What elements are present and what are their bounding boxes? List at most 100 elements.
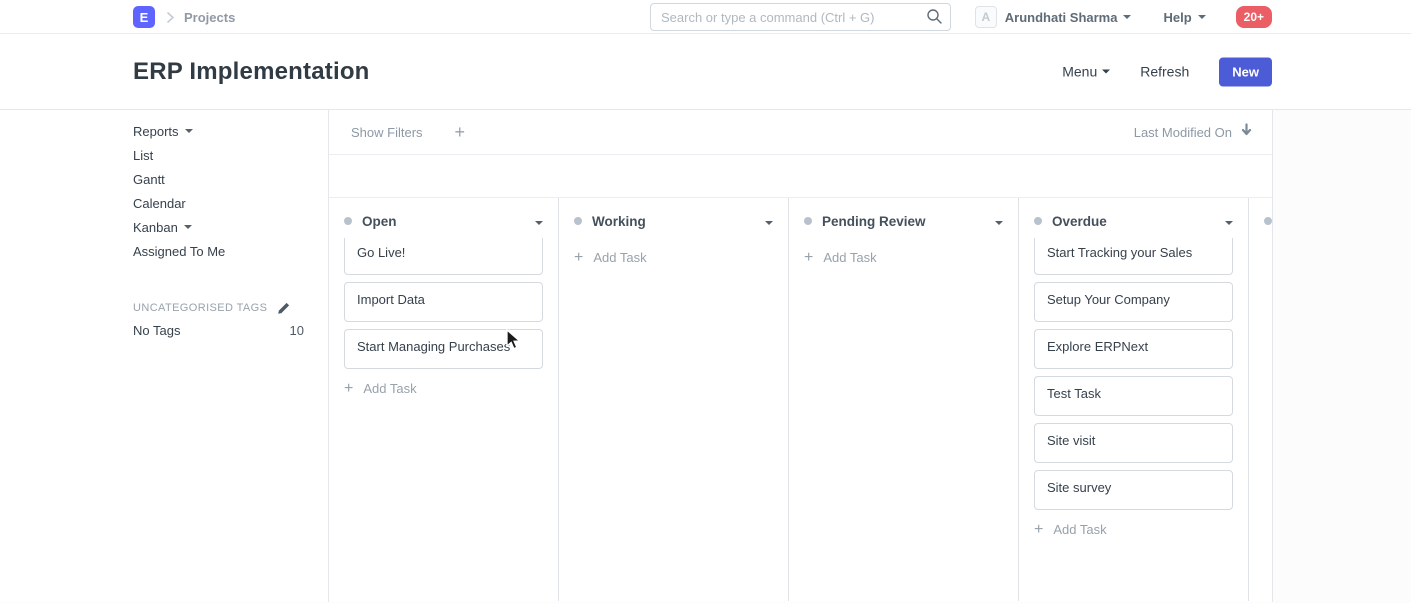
card-title: Start Managing Purchases (357, 339, 510, 354)
card-title: Explore ERPNext (1047, 339, 1148, 354)
kanban-column-open: Open Go Live! Import Data Start Managing Pu… (329, 198, 559, 601)
menu-button[interactable]: Menu (1062, 64, 1110, 80)
tag-row-no-tags[interactable]: No Tags 10 (133, 319, 304, 341)
layout: Reports List Gantt Calendar Kanban Assigned T… (0, 110, 1411, 602)
chevron-down-icon (535, 221, 543, 225)
kanban-page: Show Filters + Last Modified On Open Go L… (329, 110, 1273, 602)
sidebar-item-label: Assigned To Me (133, 244, 225, 259)
filter-edit-area (329, 155, 1272, 198)
add-task-button[interactable]: + Add Task (1034, 522, 1233, 537)
menu-label: Menu (1062, 64, 1097, 80)
plus-icon: + (804, 251, 813, 264)
column-header: Working (574, 212, 773, 230)
add-task-label: Add Task (823, 250, 876, 265)
refresh-button[interactable]: Refresh (1140, 64, 1189, 80)
add-task-button[interactable]: + Add Task (344, 381, 543, 396)
kanban-column-pending-review: Pending Review + Add Task (789, 198, 1019, 601)
app-logo[interactable]: E (133, 6, 155, 28)
page-actions: Menu Refresh New (1062, 57, 1272, 86)
chevron-down-icon (1123, 15, 1131, 19)
card-title: Site visit (1047, 433, 1095, 448)
kanban-card[interactable]: Explore ERPNext (1034, 329, 1233, 369)
chevron-down-icon (1225, 221, 1233, 225)
kanban-column-working: Working +Add Task (559, 198, 789, 601)
column-header: Open (344, 212, 543, 230)
sidebar-item-calendar[interactable]: Calendar (133, 191, 304, 215)
kanban-column-partial (1249, 198, 1272, 601)
card-title: Import Data (357, 292, 425, 307)
plus-icon: + (1034, 523, 1043, 536)
search-icon[interactable] (926, 8, 943, 30)
chevron-down-icon (185, 129, 193, 133)
column-menu-button[interactable] (765, 212, 773, 230)
sidebar-item-assigned-to-me[interactable]: Assigned To Me (133, 239, 304, 263)
tag-label: No Tags (133, 323, 180, 338)
kanban-card[interactable]: Import Data (344, 282, 543, 322)
kanban-card[interactable]: Site visit (1034, 423, 1233, 463)
card-title: Test Task (1047, 386, 1101, 401)
sidebar: Reports List Gantt Calendar Kanban Assigned T… (0, 110, 329, 602)
add-task-label: Add Task (363, 381, 416, 396)
kanban-card[interactable]: Site survey (1034, 470, 1233, 510)
avatar[interactable]: A (975, 6, 997, 28)
notifications-badge[interactable]: 20+ (1236, 6, 1272, 28)
global-search (650, 3, 951, 31)
column-title: Overdue (1052, 214, 1107, 229)
sidebar-item-list[interactable]: List (133, 143, 304, 167)
card-title: Go Live! (357, 245, 405, 260)
column-menu-button[interactable] (535, 212, 543, 230)
column-indicator-dot (804, 217, 812, 225)
add-task-label: Add Task (1053, 522, 1106, 537)
card-title: Setup Your Company (1047, 292, 1170, 307)
navbar-left: E Projects (133, 0, 235, 34)
column-indicator-dot (1264, 217, 1272, 225)
cards-container: Start Tracking your Sales Setup Your Comp… (1034, 238, 1233, 537)
kanban-card[interactable]: Start Managing Purchases (344, 329, 543, 369)
tags-section-title: UNCATEGORISED TAGS (133, 302, 267, 314)
add-filter-icon[interactable]: + (455, 125, 466, 139)
navbar-right: A Arundhati Sharma Help 20+ (975, 0, 1272, 34)
sidebar-item-reports[interactable]: Reports (133, 119, 304, 143)
help-label: Help (1163, 10, 1191, 25)
sort-direction-icon[interactable] (1241, 123, 1252, 141)
tags-section-header: UNCATEGORISED TAGS (133, 297, 304, 319)
user-menu[interactable]: Arundhati Sharma (1005, 10, 1132, 25)
show-filters-button[interactable]: Show Filters (351, 125, 423, 140)
sidebar-item-kanban[interactable]: Kanban (133, 215, 304, 239)
app-logo-letter: E (140, 10, 149, 25)
avatar-letter: A (981, 10, 990, 24)
kanban-card[interactable]: Go Live! (344, 238, 543, 275)
kanban-column-overdue: Overdue Start Tracking your Sales Setup Yo… (1019, 198, 1249, 601)
plus-icon: + (344, 382, 353, 395)
kanban-card[interactable]: Test Task (1034, 376, 1233, 416)
sidebar-item-label: Kanban (133, 220, 178, 235)
column-title: Working (592, 214, 646, 229)
sidebar-item-label: List (133, 148, 153, 163)
column-menu-button[interactable] (1225, 212, 1233, 230)
chevron-down-icon (1198, 15, 1206, 19)
column-indicator-dot (344, 217, 352, 225)
help-menu[interactable]: Help (1163, 10, 1205, 25)
sidebar-item-gantt[interactable]: Gantt (133, 167, 304, 191)
sidebar-item-label: Gantt (133, 172, 165, 187)
cards-container: +Add Task (574, 238, 773, 265)
tag-count: 10 (290, 323, 304, 338)
add-task-button[interactable]: + Add Task (804, 250, 1003, 265)
kanban-card[interactable]: Setup Your Company (1034, 282, 1233, 322)
kanban-card[interactable]: Start Tracking your Sales (1034, 238, 1233, 275)
breadcrumb[interactable]: Projects (184, 10, 235, 25)
sort-selector[interactable]: Last Modified On (1134, 125, 1232, 140)
add-task-button[interactable]: +Add Task (574, 250, 773, 265)
tag-rows: No Tags 10 (133, 319, 304, 341)
column-indicator-dot (574, 217, 582, 225)
new-button[interactable]: New (1219, 57, 1272, 86)
user-name: Arundhati Sharma (1005, 10, 1118, 25)
kanban-board: Open Go Live! Import Data Start Managing Pu… (329, 198, 1272, 601)
edit-tags-pencil-icon[interactable] (277, 302, 290, 315)
column-menu-button[interactable] (995, 212, 1003, 230)
breadcrumb-chevron-icon (167, 12, 174, 23)
chevron-down-icon (765, 221, 773, 225)
search-input[interactable] (650, 3, 951, 31)
chevron-down-icon (184, 225, 192, 229)
column-title: Pending Review (822, 214, 926, 229)
